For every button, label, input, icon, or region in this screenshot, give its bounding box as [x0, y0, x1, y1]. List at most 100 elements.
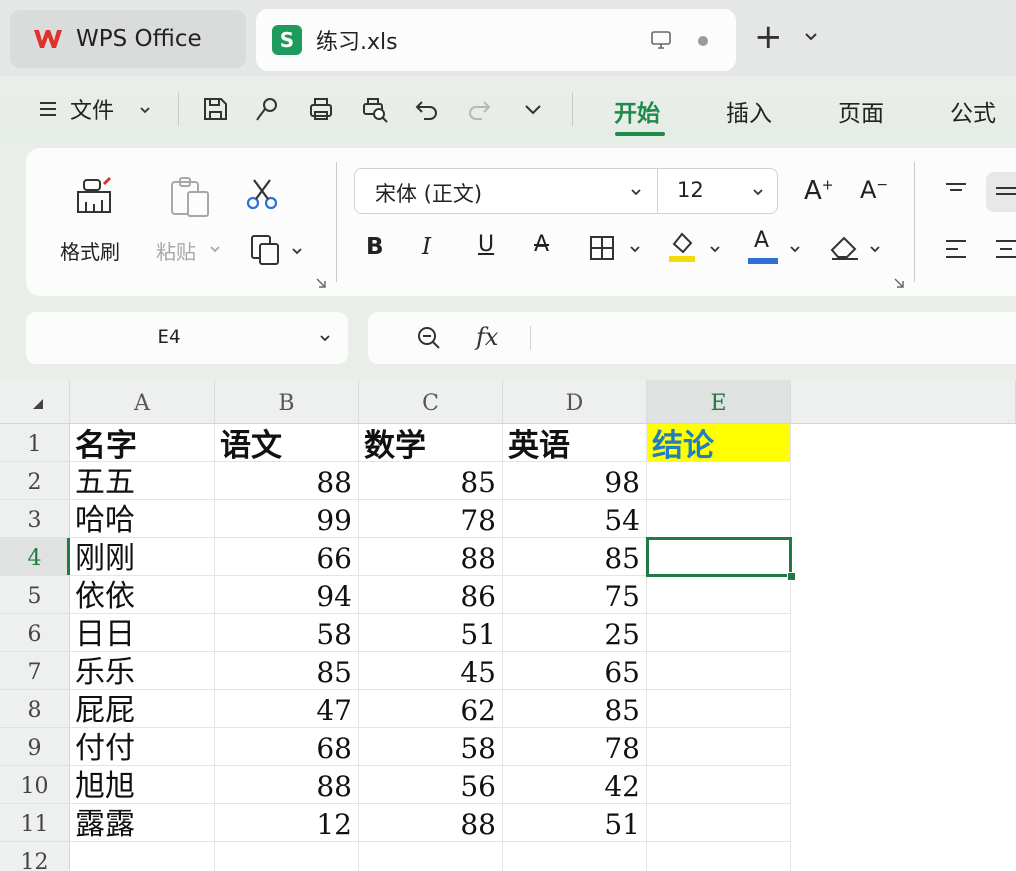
score-cell[interactable]: 45 [359, 652, 503, 690]
score-cell[interactable] [647, 614, 791, 652]
name-cell[interactable]: 乐乐 [70, 652, 215, 690]
name-cell[interactable]: 刚刚 [70, 538, 215, 576]
score-cell[interactable]: 75 [503, 576, 647, 614]
name-cell[interactable]: 依依 [70, 576, 215, 614]
score-cell[interactable]: 88 [215, 462, 359, 500]
header-cell[interactable]: 结论 [647, 424, 791, 462]
score-cell[interactable]: 99 [215, 500, 359, 538]
eraser-icon[interactable] [828, 232, 862, 262]
score-cell[interactable]: 66 [215, 538, 359, 576]
shrink-font-button[interactable]: A− [860, 176, 888, 204]
tab-home[interactable]: 开始 [614, 94, 660, 128]
score-cell[interactable] [647, 690, 791, 728]
row-header[interactable]: 2 [0, 462, 70, 500]
score-cell[interactable]: 25 [503, 614, 647, 652]
name-box[interactable]: E4 [26, 312, 348, 364]
borders-icon[interactable] [588, 234, 616, 262]
font-selector[interactable]: 宋体 (正文) 12 [354, 168, 778, 214]
row-header[interactable]: 1 [0, 424, 70, 462]
grow-font-button[interactable]: A+ [804, 176, 834, 206]
dialog-launcher-icon[interactable] [894, 278, 904, 288]
chevron-down-icon[interactable] [629, 185, 643, 199]
row-header[interactable]: 5 [0, 576, 70, 614]
new-tab-button[interactable]: + [754, 20, 783, 54]
score-cell[interactable]: 85 [215, 652, 359, 690]
score-cell[interactable]: 54 [503, 500, 647, 538]
format-painter-label[interactable]: 格式刷 [60, 236, 120, 265]
score-cell[interactable] [647, 462, 791, 500]
scissors-icon[interactable] [244, 176, 280, 212]
score-cell[interactable]: 62 [359, 690, 503, 728]
undo-icon[interactable] [412, 94, 442, 124]
tab-wps-office[interactable]: WPS Office [10, 10, 246, 68]
name-cell[interactable]: 露露 [70, 804, 215, 842]
header-cell[interactable]: 语文 [215, 424, 359, 462]
score-cell[interactable]: 85 [503, 538, 647, 576]
row-header[interactable]: 3 [0, 500, 70, 538]
underline-button[interactable]: U [478, 232, 494, 257]
chevron-down-icon[interactable] [138, 103, 152, 117]
row-header[interactable]: 11 [0, 804, 70, 842]
name-cell[interactable]: 五五 [70, 462, 215, 500]
paste-label[interactable]: 粘贴 [156, 236, 196, 265]
score-cell[interactable]: 42 [503, 766, 647, 804]
header-cell[interactable]: 数学 [359, 424, 503, 462]
file-menu-button[interactable]: 文件 [70, 94, 114, 124]
chevron-down-icon[interactable] [628, 242, 642, 256]
align-middle-button[interactable] [986, 172, 1016, 212]
tab-insert[interactable]: 插入 [726, 94, 772, 128]
score-cell[interactable]: 58 [359, 728, 503, 766]
brush-icon[interactable] [252, 94, 282, 124]
name-cell[interactable]: 哈哈 [70, 500, 215, 538]
tab-page[interactable]: 页面 [838, 94, 884, 128]
score-cell[interactable]: 51 [359, 614, 503, 652]
row-header[interactable]: 4 [0, 538, 70, 576]
align-center-icon[interactable] [992, 236, 1016, 262]
print-icon[interactable] [306, 94, 336, 124]
zoom-search-icon[interactable] [416, 325, 442, 351]
chevron-down-icon[interactable] [708, 242, 722, 256]
name-cell[interactable]: 屁屁 [70, 690, 215, 728]
row-header[interactable]: 9 [0, 728, 70, 766]
score-cell[interactable] [647, 500, 791, 538]
font-size-value[interactable]: 12 [677, 178, 704, 202]
save-icon[interactable] [200, 94, 230, 124]
chevron-down-icon[interactable] [868, 242, 882, 256]
header-cell[interactable]: 英语 [503, 424, 647, 462]
format-painter-icon[interactable] [74, 174, 116, 218]
score-cell[interactable]: 56 [359, 766, 503, 804]
fill-handle[interactable] [787, 572, 796, 581]
formula-bar[interactable]: fx [368, 312, 1016, 364]
score-cell[interactable]: 86 [359, 576, 503, 614]
name-cell[interactable]: 日日 [70, 614, 215, 652]
print-preview-icon[interactable] [360, 94, 390, 124]
row-header[interactable]: 12 [0, 842, 70, 871]
fill-color-icon[interactable] [666, 228, 698, 264]
score-cell[interactable]: 68 [215, 728, 359, 766]
empty-cell[interactable] [647, 842, 791, 871]
score-cell[interactable]: 12 [215, 804, 359, 842]
score-cell[interactable]: 85 [503, 690, 647, 728]
column-header-c[interactable]: C [359, 380, 503, 424]
chevron-down-icon[interactable] [751, 185, 765, 199]
score-cell[interactable]: 47 [215, 690, 359, 728]
align-left-icon[interactable] [942, 236, 970, 262]
column-header-e[interactable]: E [647, 380, 791, 424]
score-cell[interactable]: 78 [359, 500, 503, 538]
score-cell[interactable] [647, 804, 791, 842]
empty-cell[interactable] [70, 842, 215, 871]
score-cell[interactable]: 94 [215, 576, 359, 614]
score-cell[interactable]: 88 [359, 804, 503, 842]
column-header-a[interactable]: A [70, 380, 215, 424]
empty-cell[interactable] [359, 842, 503, 871]
score-cell[interactable] [647, 576, 791, 614]
score-cell[interactable]: 85 [359, 462, 503, 500]
redo-icon[interactable] [464, 94, 494, 124]
score-cell[interactable]: 88 [359, 538, 503, 576]
italic-button[interactable]: I [422, 234, 431, 260]
empty-cell[interactable] [503, 842, 647, 871]
score-cell[interactable]: 65 [503, 652, 647, 690]
header-cell[interactable]: 名字 [70, 424, 215, 462]
chevron-down-icon[interactable] [208, 242, 222, 256]
score-cell[interactable]: 78 [503, 728, 647, 766]
